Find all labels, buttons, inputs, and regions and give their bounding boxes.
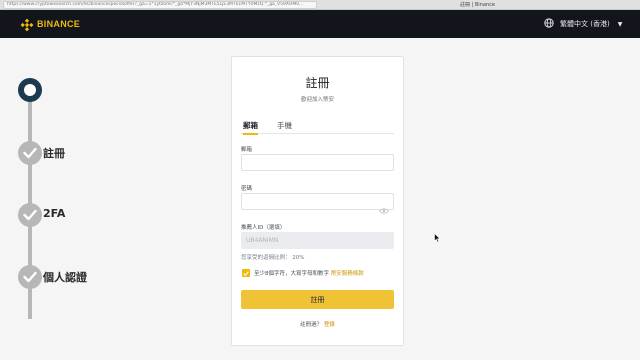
- window-title: 註冊 | Binance: [460, 2, 495, 8]
- password-label: 密碼: [241, 186, 253, 192]
- email-label: 郵箱: [241, 147, 253, 153]
- binance-logo[interactable]: BINANCE: [20, 17, 81, 32]
- step-check-icon: [18, 141, 42, 165]
- eye-icon[interactable]: [378, 199, 390, 214]
- address-bar[interactable]: https://www.cryptowesearch.com/hk/binanc…: [3, 1, 317, 9]
- terms-description: 至少8個字符，大寫字母和數字: [254, 271, 330, 277]
- referral-id-field[interactable]: [241, 232, 394, 249]
- site-header: BINANCE 繁體中文 (香港) ▼: [0, 10, 640, 38]
- referral-label: 推薦人ID（選填）: [241, 225, 286, 231]
- caret-down-icon: ▼: [617, 20, 623, 28]
- tab-email[interactable]: 郵箱: [243, 120, 258, 135]
- globe-icon: [544, 18, 554, 30]
- language-label: 繁體中文 (香港): [560, 20, 610, 28]
- already-registered-text: 註冊過？: [300, 322, 323, 328]
- email-field[interactable]: [241, 154, 394, 171]
- progress-stepper: 註冊 2FA 個人認證: [0, 38, 200, 360]
- brand-name: BINANCE: [37, 19, 81, 29]
- form-subtitle: 歡迎加入幣安: [300, 97, 334, 103]
- commission-rate: 您享受的返佣比例： 20%: [241, 255, 305, 261]
- register-method-tabs: 郵箱 手機: [241, 120, 394, 135]
- mouse-cursor-icon: [434, 228, 441, 247]
- form-title: 註冊: [305, 76, 330, 90]
- step-check-icon: [18, 265, 42, 289]
- register-button[interactable]: 註冊: [241, 290, 394, 309]
- login-prompt: 註冊過？ 登錄: [232, 320, 403, 328]
- register-form-card: 註冊 歡迎加入幣安 郵箱 手機 郵箱 密碼 推薦人ID（選填） 您享受的返佣比例…: [231, 56, 404, 346]
- step-label-register: 註冊: [43, 147, 65, 160]
- step-label-identity: 個人認證: [43, 271, 87, 284]
- terms-link[interactable]: 幣安服務條款: [331, 271, 364, 277]
- terms-text: 至少8個字符，大寫字母和數字 幣安服務條款: [254, 269, 364, 277]
- terms-checkbox[interactable]: [242, 269, 250, 277]
- login-link[interactable]: 登錄: [324, 322, 335, 328]
- tab-phone[interactable]: 手機: [277, 120, 292, 134]
- password-field[interactable]: [241, 193, 394, 210]
- step-current-indicator: [18, 78, 42, 102]
- step-check-icon: [18, 203, 42, 227]
- browser-bar: https://www.cryptowesearch.com/hk/binanc…: [0, 0, 640, 10]
- language-selector[interactable]: 繁體中文 (香港) ▼: [544, 18, 622, 30]
- binance-logo-icon: [20, 17, 34, 32]
- step-label-2fa: 2FA: [43, 207, 66, 220]
